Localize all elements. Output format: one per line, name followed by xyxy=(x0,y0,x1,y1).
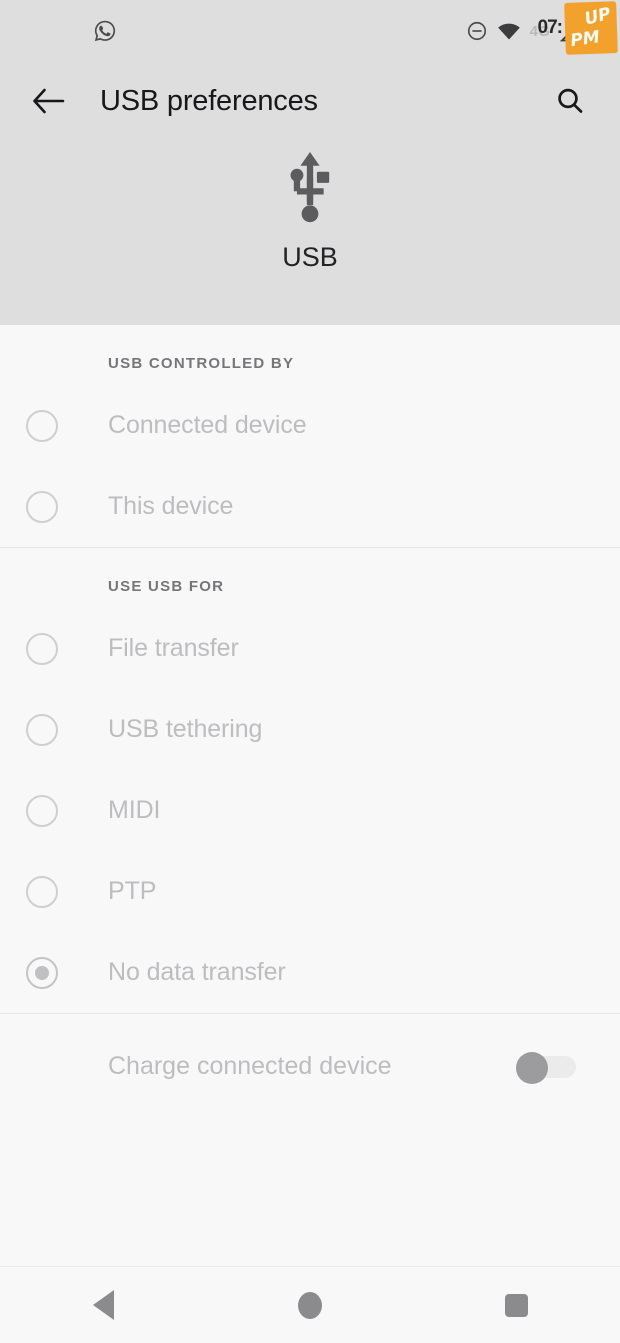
watermark-up-text: UP xyxy=(582,3,613,30)
option-row-ptp[interactable]: PTP xyxy=(0,851,620,932)
option-label: USB tethering xyxy=(108,715,263,743)
nav-home-button[interactable] xyxy=(207,1267,414,1343)
radio-ptp[interactable] xyxy=(26,875,58,908)
radio-no-data-transfer[interactable] xyxy=(26,956,58,989)
watermark-pm-text: PM xyxy=(569,27,602,52)
charge-connected-device-toggle[interactable] xyxy=(516,1052,576,1084)
charge-connected-device-label: Charge connected device xyxy=(108,1051,392,1080)
app-bar: USB preferences xyxy=(0,62,620,140)
do-not-disturb-icon xyxy=(466,20,488,42)
usb-icon xyxy=(290,152,330,223)
back-button[interactable] xyxy=(24,77,72,125)
charge-connected-device-row[interactable]: Charge connected device xyxy=(0,1014,620,1118)
section-title: USB CONTROLLED BY xyxy=(108,355,295,372)
system-navigation-bar xyxy=(0,1266,620,1343)
status-bar-notifications xyxy=(92,18,118,44)
option-row-file-transfer[interactable]: File transfer xyxy=(0,608,620,689)
page-title: USB preferences xyxy=(100,84,318,117)
option-label: File transfer xyxy=(108,634,239,662)
section-charge: Charge connected device xyxy=(0,1013,620,1118)
section-use-usb-for: USE USB FOR File transfer USB tethering … xyxy=(0,547,620,1013)
radio-usb-tethering[interactable] xyxy=(26,713,58,746)
radio-file-transfer[interactable] xyxy=(26,632,58,665)
status-bar-clock: 07: xyxy=(537,17,563,38)
usb-hero: USB xyxy=(0,140,620,325)
radio-connected-device[interactable] xyxy=(26,409,58,442)
usb-hero-label: USB xyxy=(282,242,338,272)
back-arrow-icon xyxy=(33,88,65,114)
recents-square-icon xyxy=(505,1293,529,1317)
settings-list: USB CONTROLLED BY Connected device This … xyxy=(0,325,620,1118)
section-title: USE USB FOR xyxy=(108,578,225,595)
section-usb-controlled-by: USB CONTROLLED BY Connected device This … xyxy=(0,325,620,547)
option-label: No data transfer xyxy=(108,958,286,986)
nav-back-button[interactable] xyxy=(0,1267,207,1343)
radio-midi[interactable] xyxy=(26,794,58,827)
toggle-thumb xyxy=(516,1052,548,1084)
option-row-connected-device[interactable]: Connected device xyxy=(0,385,620,466)
option-row-this-device[interactable]: This device xyxy=(0,466,620,547)
phone-screen: 4G 07: UP PM USB preferences USB USB CON… xyxy=(0,0,620,1343)
option-label: PTP xyxy=(108,877,157,905)
status-bar: 4G 07: UP PM xyxy=(0,0,620,62)
whatsapp-icon xyxy=(92,18,118,44)
watermark-badge: UP PM xyxy=(564,1,618,55)
option-label: MIDI xyxy=(108,796,161,824)
search-button[interactable] xyxy=(546,77,594,125)
option-row-no-data-transfer[interactable]: No data transfer xyxy=(0,932,620,1013)
option-label: This device xyxy=(108,492,234,520)
search-icon xyxy=(558,88,583,113)
home-circle-icon xyxy=(298,1291,322,1319)
back-triangle-icon xyxy=(92,1290,114,1320)
nav-recents-button[interactable] xyxy=(413,1267,620,1343)
option-row-usb-tethering[interactable]: USB tethering xyxy=(0,689,620,770)
wifi-icon xyxy=(497,21,521,41)
option-label: Connected device xyxy=(108,411,307,439)
radio-this-device[interactable] xyxy=(26,490,58,523)
option-row-midi[interactable]: MIDI xyxy=(0,770,620,851)
